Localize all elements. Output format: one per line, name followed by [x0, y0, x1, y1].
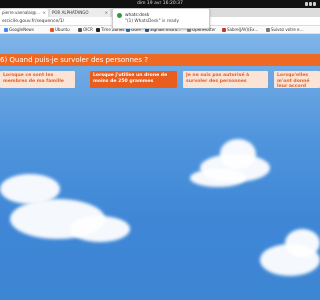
whatsapp-icon — [117, 13, 122, 18]
volume-icon[interactable] — [309, 2, 312, 6]
answer-options: Lorsque ce sont les membres de ma famill… — [0, 71, 320, 91]
bookmark-icon — [96, 28, 100, 32]
bookmark-icon — [222, 28, 226, 32]
url-text[interactable]: ercicile.gouv.fr/sequence/1/ — [2, 18, 64, 25]
network-icon[interactable] — [305, 2, 308, 6]
answer-option-selected[interactable]: Lorsque j'utilise un drone de moins de 2… — [90, 71, 177, 88]
web-page: 6) Quand puis-je survoler des personnes … — [0, 34, 320, 300]
page-title: 6) Quand puis-je survoler des personnes … — [0, 56, 148, 64]
system-tray[interactable] — [305, 1, 317, 7]
cloud — [70, 216, 130, 242]
bookmark-ubuntu[interactable]: Ubuntu — [50, 27, 70, 33]
notification-title: whats:desk — [125, 13, 150, 18]
cloud — [190, 169, 246, 187]
tab-label: pierre.vannalai@... — [2, 10, 40, 15]
notification-popup[interactable]: whats:desk "(1) WhatsDesk" is ready — [112, 8, 210, 29]
cloud — [220, 139, 256, 169]
tab-active[interactable]: pierre.vannalai@... × — [0, 9, 48, 17]
system-clock[interactable]: dim 19 avr 16:20:37 — [0, 0, 320, 8]
close-tab-icon[interactable]: × — [105, 9, 108, 17]
bookmark-suivez[interactable]: Suivez votre e... — [266, 27, 303, 33]
bookmark-icon — [50, 28, 54, 32]
system-top-bar: dim 19 avr 16:20:37 — [0, 0, 320, 8]
cloud — [285, 229, 320, 257]
power-icon[interactable] — [313, 2, 316, 6]
answer-option[interactable]: Je ne suis pas autorisé à survoler des p… — [183, 71, 268, 88]
tab-alphatango[interactable]: POR ALPHATANGO × — [50, 9, 110, 17]
bookmark-icon — [78, 28, 82, 32]
answer-option[interactable]: Lorsqu'elles m'ont donné leur accord pou… — [274, 71, 320, 88]
notification-body: "(1) WhatsDesk" is ready — [125, 19, 179, 24]
tab-label: POR ALPHATANGO — [52, 10, 89, 15]
bookmark-icon — [4, 28, 8, 32]
bookmark-icon — [266, 28, 270, 32]
question-header: 6) Quand puis-je survoler des personnes … — [0, 54, 320, 66]
close-tab-icon[interactable]: × — [43, 9, 46, 17]
bookmark-oicr[interactable]: OICR — [78, 27, 93, 33]
answer-option[interactable]: Lorsque ce sont les membres de ma famill… — [0, 71, 75, 88]
bookmark-sabre[interactable]: Sabre(JAV)(Ex... — [222, 27, 258, 33]
bookmark-googlenews[interactable]: GoogleNews — [4, 27, 34, 33]
